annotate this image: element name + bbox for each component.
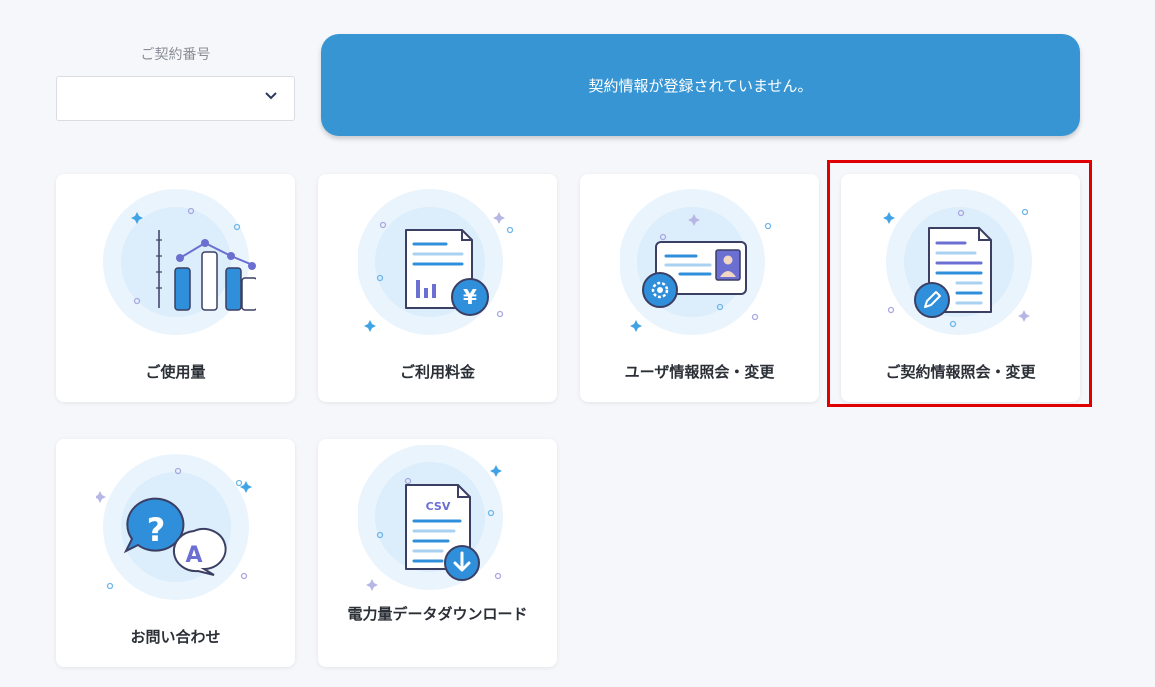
tile-contract-info-label: ご契約情報照会・変更: [885, 363, 1036, 381]
contract-status-banner: 契約情報が登録されていません。: [321, 34, 1080, 136]
question-speech-bubble-icon: ? A: [96, 454, 252, 600]
csv-download-icon: CSV: [358, 445, 503, 591]
tile-usage-label: ご使用量: [145, 363, 206, 381]
svg-text:¥: ¥: [463, 285, 477, 309]
svg-text:?: ?: [147, 511, 166, 549]
tile-power-data-download-label: 電力量データダウンロード: [347, 605, 528, 623]
tile-billing[interactable]: ¥ ご利用料金: [318, 174, 557, 402]
tile-contract-info[interactable]: ご契約情報照会・変更: [841, 174, 1080, 402]
banner-message: 契約情報が登録されていません。: [588, 76, 813, 95]
usage-chart-icon: [103, 189, 256, 335]
document-edit-icon: [883, 189, 1032, 335]
yen-bill-icon: ¥: [358, 189, 514, 335]
tile-inquiry-label: お問い合わせ: [130, 628, 221, 646]
tile-inquiry[interactable]: ? A お問い合わせ: [56, 439, 295, 667]
chevron-down-icon: [265, 92, 277, 100]
tile-user-info-label: ユーザ情報照会・変更: [624, 363, 775, 381]
tile-power-data-download[interactable]: CSV 電力量データダウンロード: [318, 439, 557, 667]
tile-user-info[interactable]: ユーザ情報照会・変更: [580, 174, 819, 402]
svg-text:A: A: [185, 543, 202, 568]
id-card-gear-icon: [620, 189, 772, 335]
contract-number-label: ご契約番号: [140, 47, 211, 63]
contract-number-select[interactable]: [56, 76, 295, 121]
tile-billing-label: ご利用料金: [399, 363, 475, 381]
tile-usage[interactable]: ご使用量: [56, 174, 295, 402]
csv-icon-text: CSV: [426, 500, 451, 513]
